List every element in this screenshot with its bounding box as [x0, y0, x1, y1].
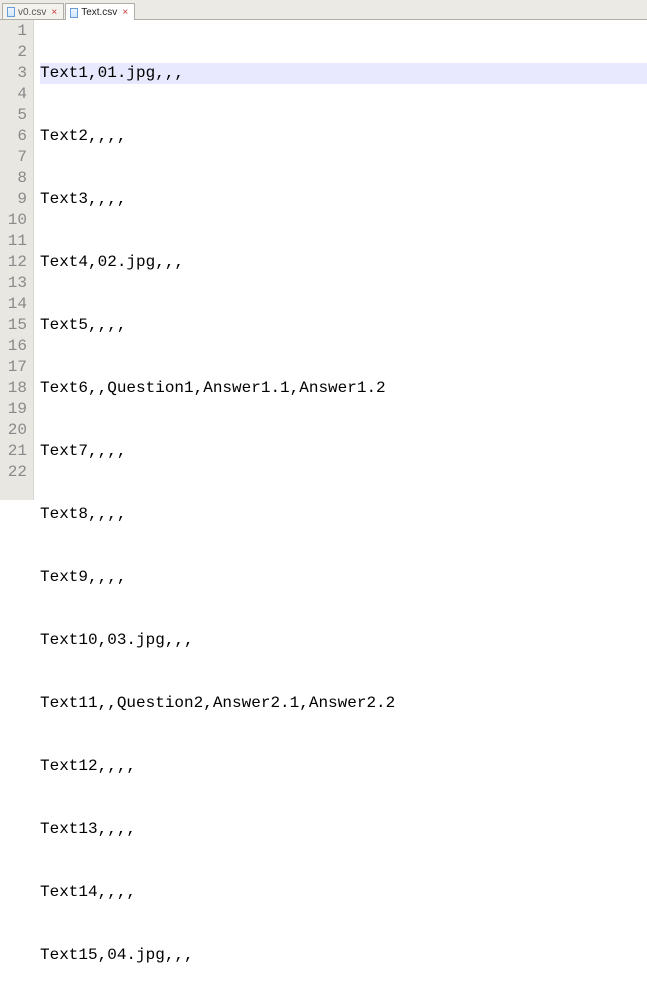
code-line[interactable]: Text14,,,,: [40, 882, 647, 903]
document-icon: [70, 8, 78, 18]
line-number: 16: [0, 336, 27, 357]
line-number: 18: [0, 378, 27, 399]
code-line[interactable]: Text5,,,,: [40, 315, 647, 336]
code-line[interactable]: Text9,,,,: [40, 567, 647, 588]
code-area[interactable]: Text1,01.jpg,,, Text2,,,, Text3,,,, Text…: [34, 20, 647, 500]
tab-label: Text.csv: [81, 7, 117, 18]
line-number: 9: [0, 189, 27, 210]
code-line[interactable]: Text3,,,,: [40, 189, 647, 210]
code-line[interactable]: Text10,03.jpg,,,: [40, 630, 647, 651]
line-number: 4: [0, 84, 27, 105]
code-line[interactable]: Text11,,Question2,Answer2.1,Answer2.2: [40, 693, 647, 714]
document-icon: [7, 7, 15, 17]
line-number: 17: [0, 357, 27, 378]
line-number: 8: [0, 168, 27, 189]
tab-textcsv[interactable]: Text.csv ×: [65, 3, 135, 20]
code-line[interactable]: Text6,,Question1,Answer1.1,Answer1.2: [40, 378, 647, 399]
line-number: 11: [0, 231, 27, 252]
editor: 1 2 3 4 5 6 7 8 9 10 11 12 13 14 15 16 1…: [0, 20, 647, 500]
code-line[interactable]: Text1,01.jpg,,,: [40, 63, 647, 84]
line-number: 22: [0, 462, 27, 483]
line-number: 10: [0, 210, 27, 231]
tab-bar: v0.csv × Text.csv ×: [0, 0, 647, 20]
line-number: 3: [0, 63, 27, 84]
line-number: 13: [0, 273, 27, 294]
line-number: 15: [0, 315, 27, 336]
code-line[interactable]: Text7,,,,: [40, 441, 647, 462]
code-line[interactable]: Text8,,,,: [40, 504, 647, 525]
line-number: 6: [0, 126, 27, 147]
line-number: 14: [0, 294, 27, 315]
tab-label: v0.csv: [18, 7, 46, 18]
close-icon[interactable]: ×: [51, 7, 57, 18]
tab-v0csv[interactable]: v0.csv ×: [2, 3, 64, 19]
code-line[interactable]: Text2,,,,: [40, 126, 647, 147]
line-number: 7: [0, 147, 27, 168]
code-line[interactable]: Text12,,,,: [40, 756, 647, 777]
line-number: 2: [0, 42, 27, 63]
code-line[interactable]: Text13,,,,: [40, 819, 647, 840]
line-number: 1: [0, 21, 27, 42]
line-number-gutter: 1 2 3 4 5 6 7 8 9 10 11 12 13 14 15 16 1…: [0, 20, 34, 500]
line-number: 5: [0, 105, 27, 126]
code-line[interactable]: Text15,04.jpg,,,: [40, 945, 647, 966]
line-number: 21: [0, 441, 27, 462]
line-number: 19: [0, 399, 27, 420]
line-number: 12: [0, 252, 27, 273]
line-number: 20: [0, 420, 27, 441]
code-line[interactable]: Text4,02.jpg,,,: [40, 252, 647, 273]
close-icon[interactable]: ×: [122, 7, 128, 18]
